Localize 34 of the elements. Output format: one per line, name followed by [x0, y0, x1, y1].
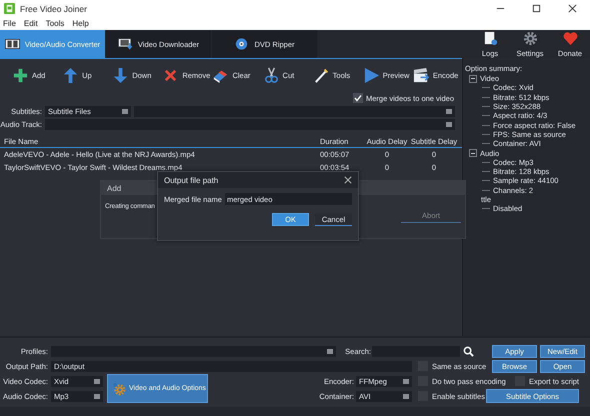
window-title: Free Video Joiner: [20, 4, 87, 14]
dropdown-icon[interactable]: [327, 348, 333, 354]
disc-icon: [234, 38, 250, 50]
menu-item[interactable]: File: [3, 19, 16, 28]
scissors-icon: [262, 66, 280, 84]
audio-track-dropdown[interactable]: [45, 119, 455, 130]
clapperboard-icon: [412, 66, 430, 84]
dialog-title: Output file path: [164, 176, 218, 184]
dialog-title: Add: [107, 184, 122, 192]
dropdown-icon[interactable]: [94, 378, 100, 384]
wand-icon: [312, 66, 330, 84]
collapse-icon[interactable]: [469, 74, 477, 83]
search-icon[interactable]: [463, 346, 474, 356]
dropdown-icon[interactable]: [403, 378, 409, 384]
document-icon: [482, 30, 498, 46]
close-icon[interactable]: [344, 176, 352, 184]
close-icon[interactable]: [568, 4, 577, 13]
collapse-icon[interactable]: [469, 149, 477, 158]
app-icon: [4, 3, 15, 14]
play-icon: [362, 66, 380, 84]
download-icon: [118, 38, 133, 50]
film-icon: [4, 38, 20, 50]
dropdown-icon[interactable]: [94, 394, 100, 398]
menu-item[interactable]: Tools: [46, 19, 64, 28]
plus-icon: [12, 66, 29, 84]
menu-item[interactable]: Help: [72, 19, 89, 28]
maximize-icon[interactable]: [532, 4, 541, 13]
heart-icon: [562, 30, 578, 46]
up-arrow-icon: [62, 66, 80, 84]
dropdown-icon[interactable]: [403, 394, 409, 398]
gear-icon: [112, 382, 126, 396]
menu-item[interactable]: Edit: [24, 19, 38, 28]
down-arrow-icon: [112, 66, 130, 84]
checkbox[interactable]: [353, 93, 364, 103]
